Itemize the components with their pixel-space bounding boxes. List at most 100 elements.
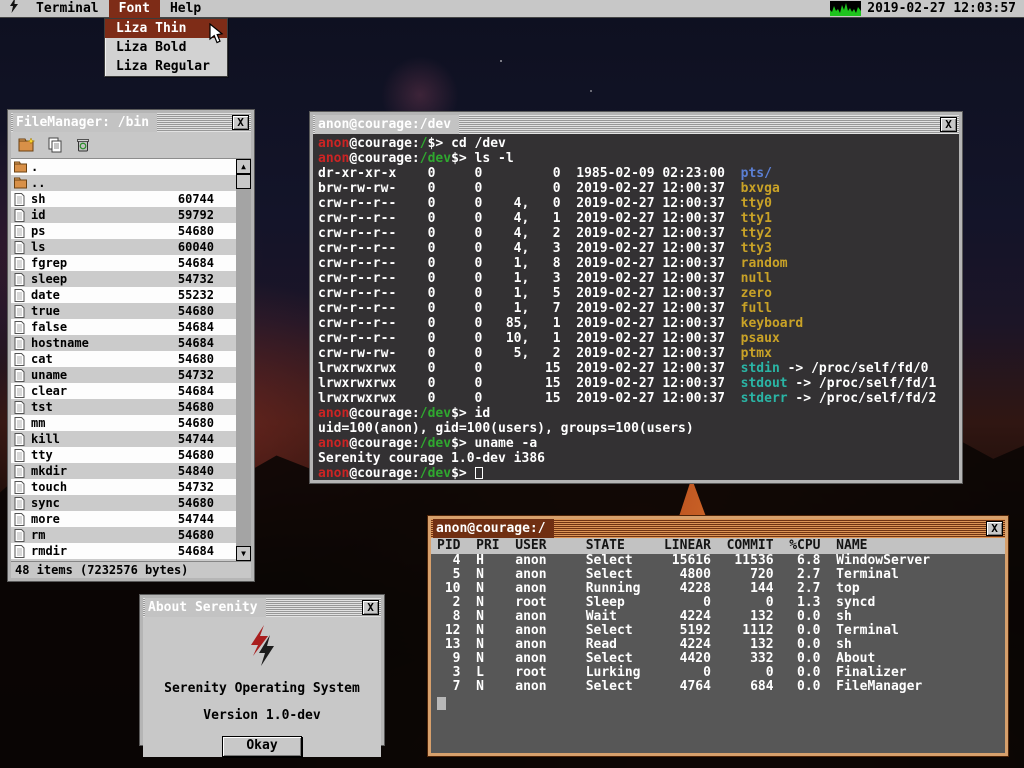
file-row-false[interactable]: false54684	[11, 319, 236, 335]
file-row-rmdir[interactable]: rmdir54684	[11, 543, 236, 559]
file-size: 54680	[152, 304, 214, 318]
file-icon	[14, 353, 31, 366]
process-row-terminal: 12 N anon Select 5192 1112 0.0 Terminal	[431, 624, 1005, 638]
system-logo-lightning-icon[interactable]	[0, 0, 26, 19]
about-dialog-body: Serenity Operating System Version 1.0-de…	[143, 617, 381, 757]
file-name: cat	[31, 352, 152, 366]
terminal-line: crw-rw-rw- 0 0 5, 2 2019-02-27 12:00:37 …	[318, 346, 954, 361]
process-terminal-window: anon@courage:/ X PID PRI USER STATE LINE…	[428, 516, 1008, 756]
file-row-tst[interactable]: tst54680	[11, 399, 236, 415]
file-row-sleep[interactable]: sleep54732	[11, 271, 236, 287]
terminal-line: anon@courage:/dev$> ls -l	[318, 151, 954, 166]
terminal-line: crw-r--r-- 0 0 1, 7 2019-02-27 12:00:37 …	[318, 301, 954, 316]
terminal-dev-output[interactable]: anon@courage:/$> cd /devanon@courage:/de…	[313, 134, 959, 480]
file-size: 54684	[152, 384, 214, 398]
file-row-rm[interactable]: rm54680	[11, 527, 236, 543]
trash-icon[interactable]	[73, 136, 93, 154]
process-window-titlebar[interactable]: anon@courage:/ X	[431, 519, 1005, 538]
file-row-mm[interactable]: mm54680	[11, 415, 236, 431]
terminal-line: Serenity courage 1.0-dev i386	[318, 451, 954, 466]
process-row-top: 10 N anon Running 4228 144 2.7 top	[431, 582, 1005, 596]
about-close-button[interactable]: X	[362, 600, 379, 615]
terminal-line: lrwxrwxrwx 0 0 15 2019-02-27 12:00:37 st…	[318, 376, 954, 391]
terminal-dev-titlebar[interactable]: anon@courage:/dev X	[313, 115, 959, 134]
scroll-down-icon[interactable]: ▼	[236, 546, 251, 561]
scrollbar-thumb[interactable]	[236, 174, 251, 189]
file-row-ls[interactable]: ls60040	[11, 239, 236, 255]
process-row-windowserver: 4 H anon Select 15616 11536 6.8 WindowSe…	[431, 554, 1005, 568]
file-name: ls	[31, 240, 152, 254]
file-row-sh[interactable]: sh60744	[11, 191, 236, 207]
file-row-clear[interactable]: clear54684	[11, 383, 236, 399]
file-name: rm	[31, 528, 152, 542]
file-row-dot[interactable]: .	[11, 159, 236, 175]
file-name: mm	[31, 416, 152, 430]
file-row[interactable]	[11, 559, 236, 561]
process-table-header: PID PRI USER STATE LINEAR COMMIT %CPU NA…	[431, 538, 1005, 554]
file-row-tty[interactable]: tty54680	[11, 447, 236, 463]
file-row-hostname[interactable]: hostname54684	[11, 335, 236, 351]
filemanager-close-button[interactable]: X	[232, 115, 249, 130]
file-size: 60040	[152, 240, 214, 254]
terminal-cursor	[475, 467, 483, 479]
file-row-id[interactable]: id59792	[11, 207, 236, 223]
process-table[interactable]: PID PRI USER STATE LINEAR COMMIT %CPU NA…	[431, 538, 1005, 753]
about-version: Version 1.0-dev	[203, 708, 320, 723]
file-row-uname[interactable]: uname54732	[11, 367, 236, 383]
font-menu-item-liza-regular[interactable]: Liza Regular	[105, 57, 227, 76]
file-icon	[14, 305, 31, 318]
mouse-cursor	[209, 23, 224, 48]
process-row-terminal: 5 N anon Select 4800 720 2.7 Terminal	[431, 568, 1005, 582]
process-row-about: 9 N anon Select 4420 332 0.0 About	[431, 652, 1005, 666]
okay-button[interactable]: Okay	[222, 736, 302, 757]
file-name: true	[31, 304, 152, 318]
file-size: 54684	[152, 256, 214, 270]
file-row-ps[interactable]: ps54680	[11, 223, 236, 239]
terminal-line: brw-rw-rw- 0 0 0 2019-02-27 12:00:37 bxv…	[318, 181, 954, 196]
new-folder-icon[interactable]	[17, 136, 37, 154]
menu-font[interactable]: Font	[109, 0, 160, 18]
terminal-line: uid=100(anon), gid=100(users), groups=10…	[318, 421, 954, 436]
terminal-dev-title: anon@courage:/dev	[315, 115, 459, 134]
process-window-close-button[interactable]: X	[986, 521, 1003, 536]
menu-help[interactable]: Help	[160, 0, 211, 18]
file-size: 54680	[152, 224, 214, 238]
copy-icon[interactable]	[45, 136, 65, 154]
file-icon	[14, 385, 31, 398]
terminal-line: crw-r--r-- 0 0 4, 0 2019-02-27 12:00:37 …	[318, 196, 954, 211]
filemanager-scrollbar[interactable]: ▲ ▼	[236, 159, 251, 561]
file-name: hostname	[31, 336, 152, 350]
file-row-kill[interactable]: kill54744	[11, 431, 236, 447]
scroll-up-icon[interactable]: ▲	[236, 159, 251, 174]
file-size: 54680	[152, 352, 214, 366]
file-icon	[14, 289, 31, 302]
about-titlebar[interactable]: About Serenity X	[143, 598, 381, 617]
file-row-true[interactable]: true54680	[11, 303, 236, 319]
file-row-touch[interactable]: touch54732	[11, 479, 236, 495]
system-menubar: TerminalFontHelp 2019-02-27 12:03:57	[0, 0, 1024, 18]
file-name: uname	[31, 368, 152, 382]
terminal-line: lrwxrwxrwx 0 0 15 2019-02-27 12:00:37 st…	[318, 391, 954, 406]
file-row-mkdir[interactable]: mkdir54840	[11, 463, 236, 479]
file-icon	[14, 433, 31, 446]
file-size: 59792	[152, 208, 214, 222]
file-row-sync[interactable]: sync54680	[11, 495, 236, 511]
file-icon	[14, 497, 31, 510]
file-name: date	[31, 288, 152, 302]
file-size: 54680	[152, 528, 214, 542]
file-icon	[14, 449, 31, 462]
file-icon	[14, 465, 31, 478]
file-name: .	[31, 160, 152, 174]
file-row-more[interactable]: more54744	[11, 511, 236, 527]
file-size: 54732	[152, 368, 214, 382]
file-size: 54680	[152, 448, 214, 462]
file-row-fgrep[interactable]: fgrep54684	[11, 255, 236, 271]
menu-terminal[interactable]: Terminal	[26, 0, 109, 18]
process-row-finalizer: 3 L root Lurking 0 0 0.0 Finalizer	[431, 666, 1005, 680]
serenity-lightning-logo-icon	[242, 623, 282, 671]
terminal-dev-close-button[interactable]: X	[940, 117, 957, 132]
filemanager-titlebar[interactable]: FileManager: /bin X	[11, 113, 251, 132]
file-row-date[interactable]: date55232	[11, 287, 236, 303]
file-row-cat[interactable]: cat54680	[11, 351, 236, 367]
file-row-dotdot[interactable]: ..	[11, 175, 236, 191]
